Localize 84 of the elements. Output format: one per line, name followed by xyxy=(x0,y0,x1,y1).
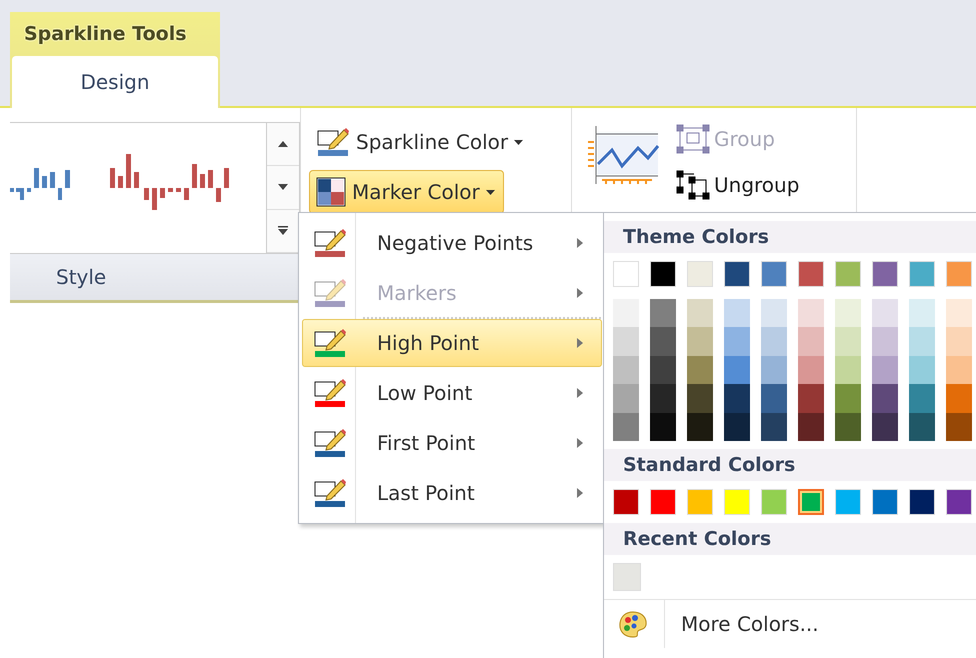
color-swatch[interactable] xyxy=(687,356,713,384)
color-swatch[interactable] xyxy=(613,356,639,384)
color-swatch[interactable] xyxy=(687,412,713,441)
submenu-arrow-icon xyxy=(577,288,583,298)
color-swatch[interactable] xyxy=(798,327,824,356)
section-heading: Recent Colors xyxy=(604,522,976,555)
color-swatch[interactable] xyxy=(761,356,787,384)
color-swatch[interactable] xyxy=(650,412,676,441)
color-swatch[interactable] xyxy=(687,299,713,328)
submenu-arrow-icon xyxy=(577,238,583,248)
color-swatch[interactable] xyxy=(909,356,935,384)
color-swatch[interactable] xyxy=(650,384,676,413)
group-icon xyxy=(676,124,710,154)
color-swatch[interactable] xyxy=(946,299,972,328)
submenu-arrow-icon xyxy=(577,388,583,398)
menu-item[interactable]: First Point xyxy=(302,419,602,467)
section-heading: Theme Colors xyxy=(604,221,976,253)
color-swatch[interactable] xyxy=(650,327,676,356)
color-swatch[interactable] xyxy=(946,327,972,356)
color-swatch[interactable] xyxy=(650,299,676,328)
color-swatch[interactable] xyxy=(835,384,861,413)
color-swatch[interactable] xyxy=(687,327,713,356)
caret-icon xyxy=(486,190,495,194)
down-triangle-icon xyxy=(278,184,288,190)
color-swatch[interactable] xyxy=(798,299,824,328)
color-swatch[interactable] xyxy=(835,327,861,356)
up-triangle-icon xyxy=(278,141,288,148)
color-swatch[interactable] xyxy=(613,299,639,328)
color-swatch[interactable] xyxy=(613,412,639,441)
group-label: Style xyxy=(10,254,300,303)
menu-item[interactable]: Low Point xyxy=(302,369,602,417)
color-swatch[interactable] xyxy=(835,412,861,441)
color-swatch[interactable] xyxy=(761,412,787,441)
color-swatch[interactable] xyxy=(909,299,935,328)
scroll-up-button[interactable] xyxy=(267,123,299,166)
menu-item[interactable]: High Point xyxy=(302,319,602,367)
color-swatch[interactable] xyxy=(761,327,787,356)
submenu-arrow-icon xyxy=(577,438,583,448)
color-swatch[interactable] xyxy=(724,299,750,328)
color-swatch[interactable] xyxy=(835,299,861,328)
color-swatch[interactable] xyxy=(798,488,824,515)
contextual-tab-title: Sparkline Tools xyxy=(23,22,188,47)
color-swatch[interactable] xyxy=(909,412,935,441)
color-swatch[interactable] xyxy=(872,299,898,328)
color-swatch[interactable] xyxy=(872,384,898,413)
palette-icon xyxy=(618,610,648,638)
ungroup-button[interactable]: Ungroup xyxy=(676,166,800,204)
color-swatch[interactable] xyxy=(613,327,639,356)
color-swatch[interactable] xyxy=(761,299,787,328)
color-swatch[interactable] xyxy=(724,356,750,384)
color-swatch[interactable] xyxy=(761,384,787,413)
sparkline-style-gallery[interactable] xyxy=(10,122,300,254)
menu-item[interactable]: Negative Points xyxy=(302,219,602,267)
caret-icon xyxy=(514,140,524,144)
ungroup-icon xyxy=(676,170,710,200)
color-swatch[interactable] xyxy=(724,384,750,413)
color-swatch[interactable] xyxy=(798,356,824,384)
color-swatch[interactable] xyxy=(798,412,824,441)
scroll-down-button[interactable] xyxy=(267,166,299,210)
section-heading: Standard Colors xyxy=(604,448,976,481)
color-swatch[interactable] xyxy=(909,327,935,356)
sparkline-color-button[interactable]: Sparkline Color xyxy=(309,120,532,164)
more-colors-item[interactable]: More Colors... xyxy=(604,600,976,648)
color-swatch[interactable] xyxy=(650,356,676,384)
color-swatch[interactable] xyxy=(613,384,639,413)
color-swatch[interactable] xyxy=(835,356,861,384)
color-swatch[interactable] xyxy=(798,384,824,413)
color-swatch[interactable] xyxy=(872,327,898,356)
color-swatch[interactable] xyxy=(946,356,972,384)
color-swatch[interactable] xyxy=(872,412,898,441)
expand-icon xyxy=(278,226,288,236)
menu-item[interactable]: Last Point xyxy=(302,469,602,517)
color-swatch[interactable] xyxy=(946,384,972,413)
color-swatch[interactable] xyxy=(872,356,898,384)
color-swatch[interactable] xyxy=(687,384,713,413)
marker-color-button[interactable]: Marker Color xyxy=(309,170,504,214)
more-styles-button[interactable] xyxy=(267,210,299,253)
color-swatch[interactable] xyxy=(724,412,750,441)
color-swatch[interactable] xyxy=(946,412,972,441)
submenu-arrow-icon xyxy=(577,488,583,498)
color-swatch[interactable] xyxy=(724,327,750,356)
design-tab[interactable]: Design xyxy=(12,56,218,108)
submenu-arrow-icon xyxy=(577,338,583,348)
color-swatch[interactable] xyxy=(909,384,935,413)
